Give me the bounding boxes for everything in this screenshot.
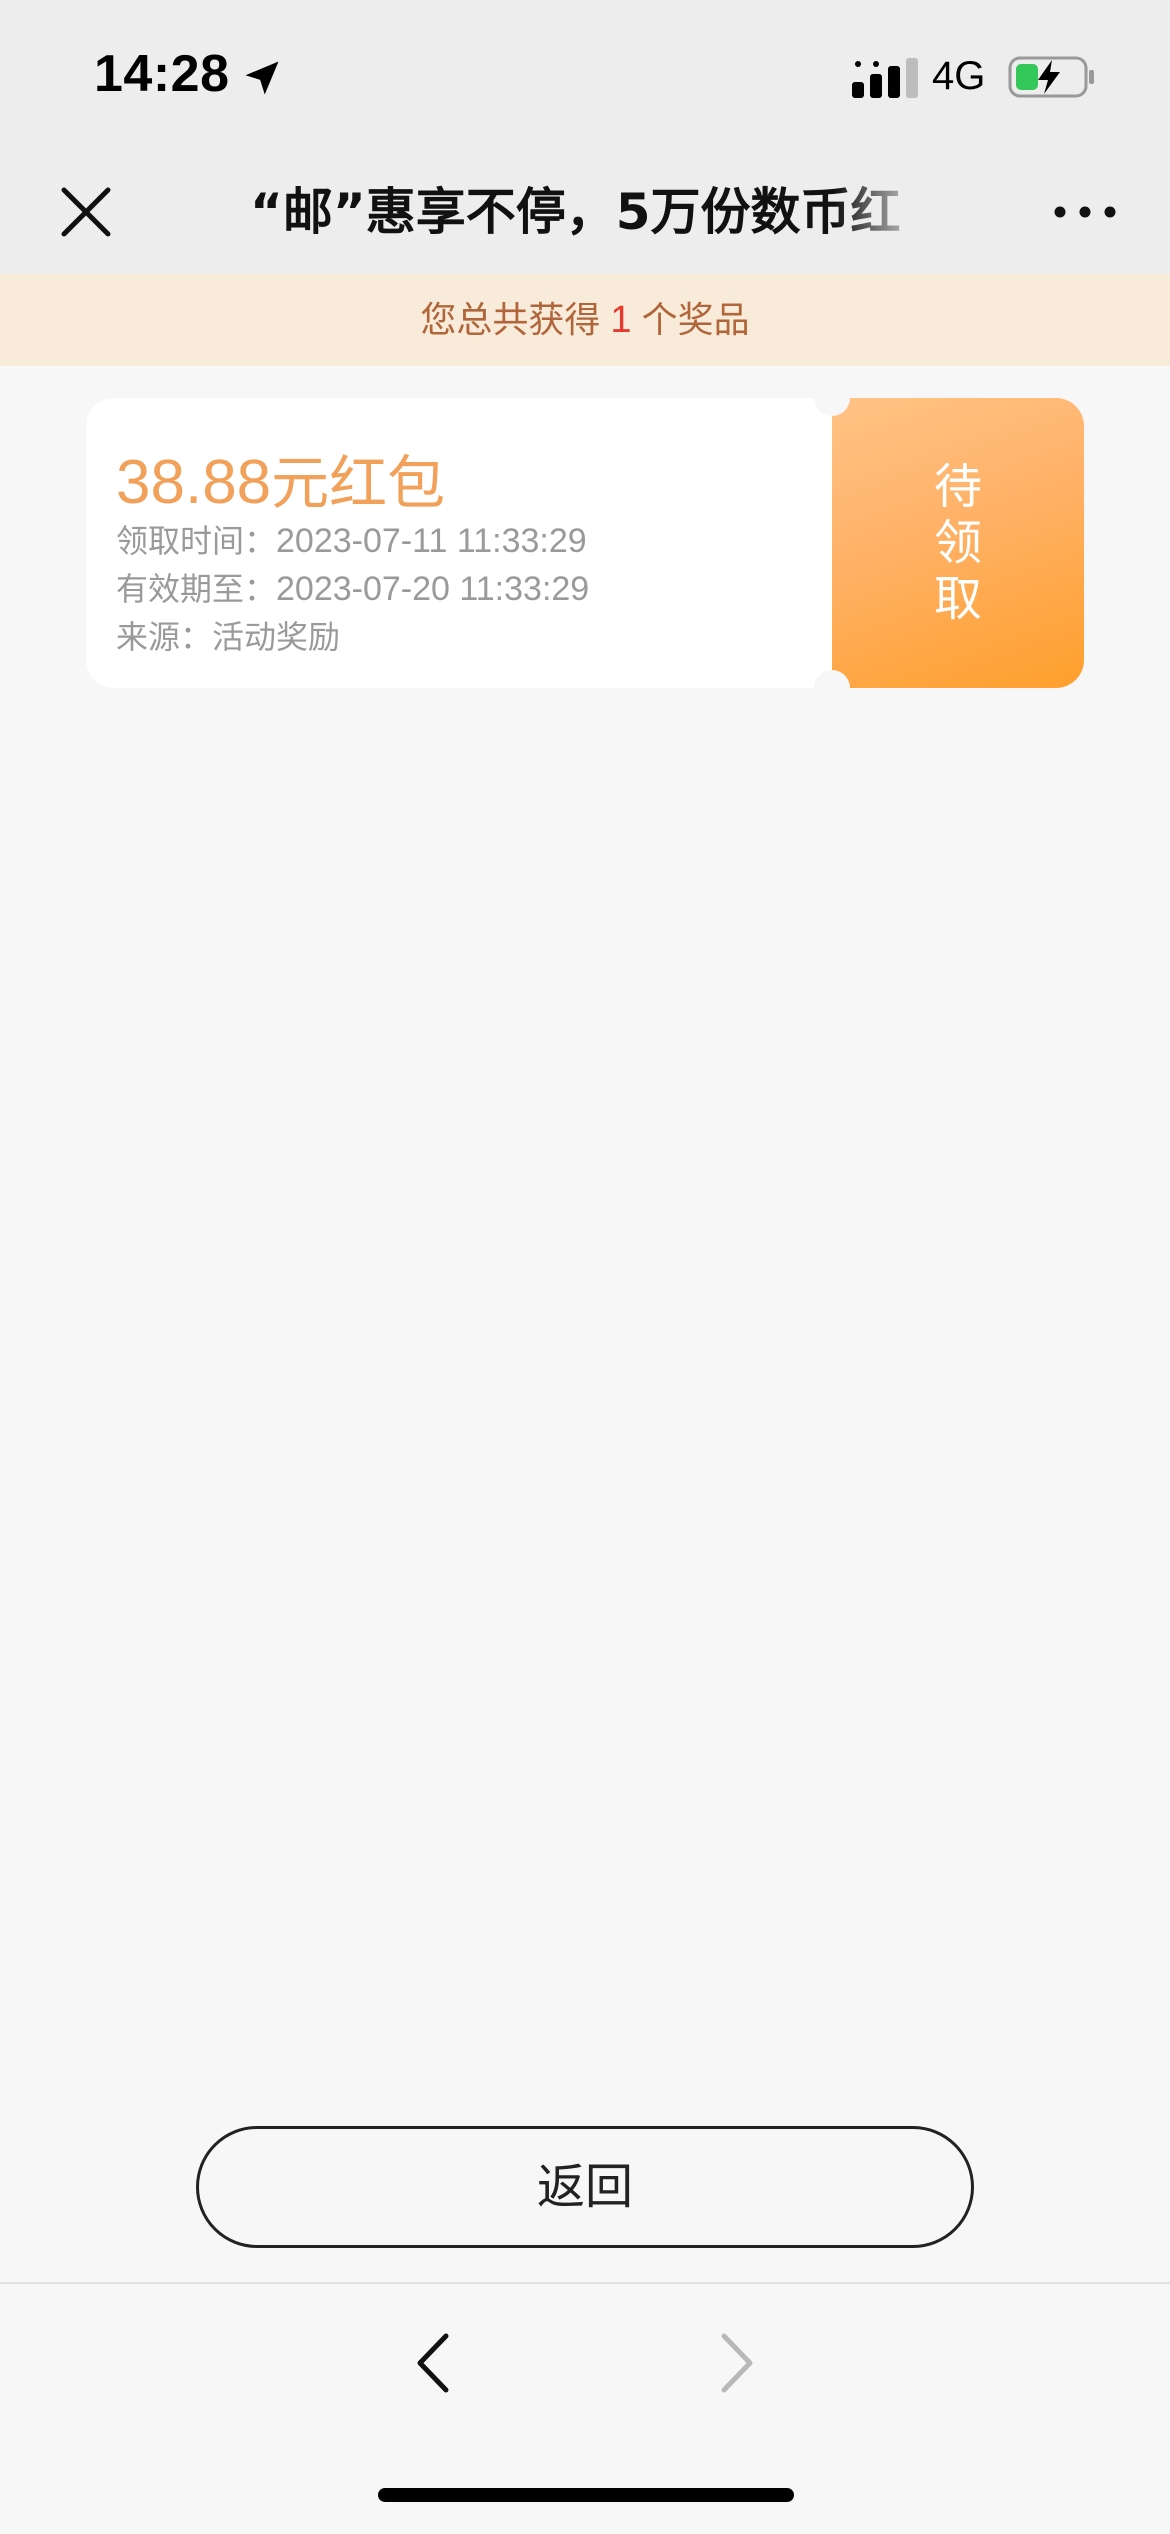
prize-title: 38.88元红包 [116,436,445,520]
signal-icon [852,58,918,98]
page-title: “邮”惠享不停，5万份数币红 [250,183,901,241]
close-icon[interactable] [54,180,118,244]
prize-name-suffix: 元红包 [271,449,446,517]
ticket-notch-bottom [814,670,850,706]
chevron-left-icon[interactable] [406,2328,462,2398]
nav-bar: “邮”惠享不停，5万份数币红 [0,150,1170,274]
network-label: 4G [932,54,986,98]
summary-prefix: 您总共获得 [420,300,601,341]
claim-status-label: 待领取 [933,459,982,627]
home-indicator [378,2488,794,2502]
battery-charging-icon [1008,56,1094,98]
prize-card: 38.88元红包 领取时间：2023-07-11 11:33:29 有效期至：2… [86,380,1084,706]
claim-time-row: 领取时间：2023-07-11 11:33:29 [116,516,587,562]
expiry-label: 有效期至： [116,570,277,608]
summary-count: 1 [610,299,632,341]
summary-banner: 您总共获得 1 个奖品 [0,274,1170,366]
location-arrow-icon [245,61,279,95]
expiry-row: 有效期至：2023-07-20 11:33:29 [116,564,589,610]
more-icon[interactable] [1050,190,1120,234]
ticket-notch-top [814,380,850,416]
expiry-value: 2023-07-20 11:33:29 [276,570,590,608]
summary-suffix: 个奖品 [641,300,750,341]
claim-time-label: 领取时间： [116,522,277,560]
source-value: 活动奖励 [212,618,341,656]
prize-card-body: 38.88元红包 领取时间：2023-07-11 11:33:29 有效期至：2… [86,398,832,688]
prize-amount: 38.88 [116,448,272,517]
status-time: 14:28 [94,45,230,103]
source-label: 来源： [116,618,213,656]
source-row: 来源：活动奖励 [116,612,340,658]
claim-time-value: 2023-07-11 11:33:29 [276,522,587,560]
status-bar: 14:28 4G [0,0,1170,150]
chevron-right-icon[interactable] [708,2328,764,2398]
back-button[interactable]: 返回 [196,2126,974,2248]
claim-status-button[interactable]: 待领取 [832,398,1084,688]
